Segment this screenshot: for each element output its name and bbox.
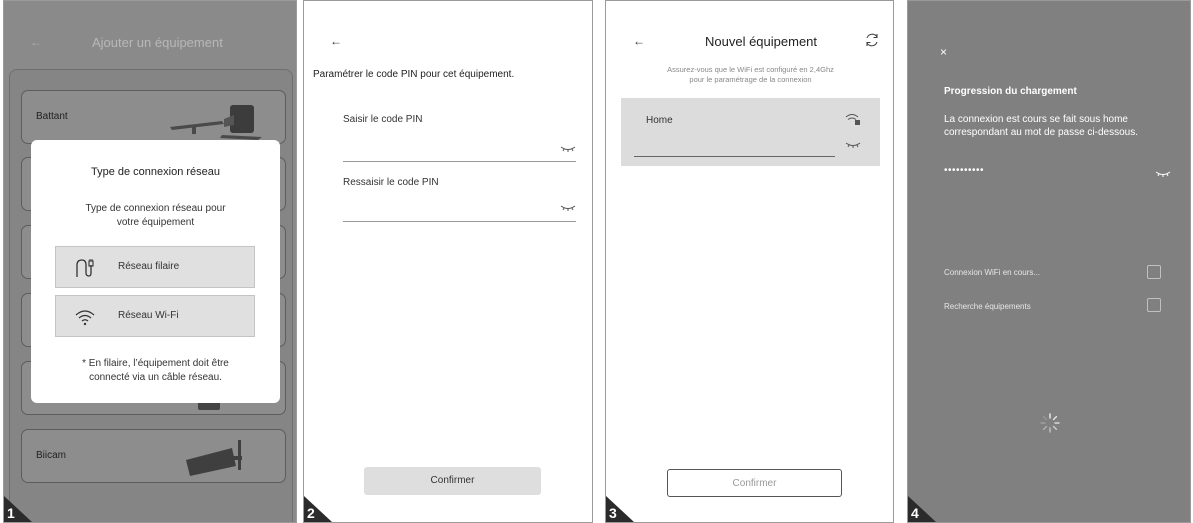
wifi-icon <box>75 310 95 326</box>
step-number: 4 <box>911 505 919 521</box>
pin-field-label: Saisir le code PIN <box>343 114 423 125</box>
subtitle-line: votre équipement <box>116 217 195 228</box>
note-line: connecté via un câble réseau. <box>89 372 222 383</box>
refresh-icon[interactable] <box>864 32 880 48</box>
screen-network-type: ← Ajouter un équipement Battant Biicam T… <box>3 0 297 523</box>
page-title: Nouvel équipement <box>705 34 818 49</box>
back-arrow-icon[interactable]: ← <box>330 34 342 48</box>
network-type-modal: Type de connexion réseau Type de connexi… <box>31 140 280 403</box>
pin-confirm-field-label: Ressaisir le code PIN <box>343 177 439 188</box>
hide-password-icon[interactable] <box>845 140 861 150</box>
step-search-checkbox <box>1147 298 1161 312</box>
step-search-label: Recherche équipements <box>944 302 1031 311</box>
back-arrow-icon[interactable]: ← <box>30 35 42 49</box>
note-line: * En filaire, l’équipement doit être <box>82 358 229 369</box>
confirm-button[interactable]: Confirmer <box>364 467 541 495</box>
progress-description: La connexion est cours se fait sous home… <box>944 113 1138 139</box>
screen-loading-progress: × Progression du chargement La connexion… <box>907 0 1191 523</box>
pin-input[interactable] <box>343 137 575 159</box>
step-wifi-checkbox <box>1147 265 1161 279</box>
description-line: correspondant au mot de passe ci-dessous… <box>944 127 1138 138</box>
network-name: Home <box>646 115 673 126</box>
wifi-network-option[interactable]: Réseau Wi-Fi <box>55 295 255 337</box>
hint-line: Assurez-vous que le WiFi est configuré e… <box>667 65 834 74</box>
list-item-battant[interactable]: Battant <box>21 90 286 144</box>
step-wifi-label: Connexion WiFi en cours... <box>944 268 1041 277</box>
pin-input-underline <box>343 161 576 162</box>
wired-note: * En filaire, l’équipement doit être con… <box>61 357 250 385</box>
list-item-label: Battant <box>36 111 68 122</box>
hint-line: pour le paramétrage de la connexion <box>689 75 812 84</box>
screen-new-equipment: ← Nouvel équipement Assurez-vous que le … <box>605 0 894 523</box>
close-icon[interactable]: × <box>940 45 947 59</box>
hide-password-icon[interactable] <box>1155 169 1171 179</box>
progress-heading: Progression du chargement <box>944 86 1077 97</box>
subtitle-line: Type de connexion réseau pour <box>85 203 226 214</box>
list-item-biicam[interactable]: Biicam <box>21 429 286 483</box>
page-title: Ajouter un équipement <box>92 35 223 50</box>
hide-password-icon[interactable] <box>560 144 576 154</box>
camera-icon <box>186 440 242 476</box>
pin-confirm-input[interactable] <box>343 197 575 219</box>
hide-password-icon[interactable] <box>560 203 576 213</box>
description-line: La connexion est cours se fait sous home <box>944 114 1128 125</box>
list-item-label: Biicam <box>36 450 67 461</box>
step-number: 3 <box>609 505 617 521</box>
wifi-lock-icon <box>845 114 860 125</box>
pin-confirm-underline <box>343 221 576 222</box>
modal-title: Type de connexion réseau <box>90 166 221 178</box>
step-number: 2 <box>307 505 315 521</box>
option-label: Réseau filaire <box>118 261 180 272</box>
password-underline <box>634 156 835 157</box>
modal-subtitle: Type de connexion réseau pour votre équi… <box>61 202 250 230</box>
confirm-button[interactable]: Confirmer <box>667 469 842 497</box>
loading-spinner-icon <box>1040 413 1060 433</box>
page-heading: Paramétrer le code PIN pour cet équipeme… <box>313 69 515 80</box>
back-arrow-icon[interactable]: ← <box>633 34 645 48</box>
password-field[interactable]: •••••••••• <box>944 165 984 176</box>
step-number: 1 <box>7 505 15 521</box>
screen-pin-setup: ← Paramétrer le code PIN pour cet équipe… <box>303 0 593 523</box>
wifi-network-card[interactable]: Home <box>621 98 880 166</box>
wifi-hint: Assurez-vous que le WiFi est configuré e… <box>626 65 875 85</box>
option-label: Réseau Wi-Fi <box>118 310 179 321</box>
gate-motor-icon <box>170 105 262 140</box>
ethernet-cable-icon <box>76 259 94 277</box>
wired-network-option[interactable]: Réseau filaire <box>55 246 255 288</box>
